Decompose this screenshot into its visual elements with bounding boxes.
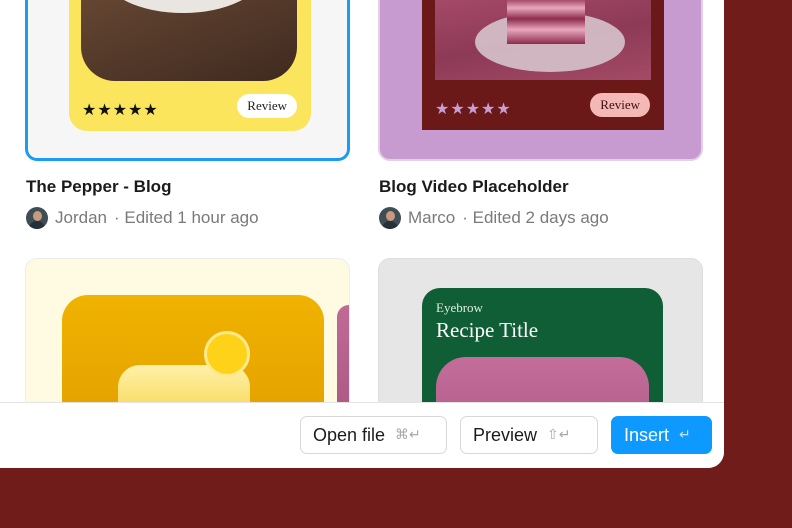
recipe-title: Recipe Title (436, 318, 539, 342)
button-label: Preview (473, 424, 538, 445)
template-picker-panel: ★★★★★ Review The Pepper - Blog Jordan · … (0, 0, 724, 468)
author-name: Marco (408, 208, 456, 227)
open-file-button[interactable]: Open file ⌘↵ (300, 416, 447, 454)
button-label: Open file (313, 424, 386, 445)
edited-time: · Edited 1 hour ago (113, 208, 259, 227)
insert-button[interactable]: Insert ↵ (611, 416, 712, 454)
avatar (26, 207, 48, 229)
template-card-blog-video[interactable]: ★★★★★ Review (378, 0, 703, 161)
rating-stars: ★★★★★ (435, 101, 512, 118)
button-label: Insert (624, 424, 670, 445)
template-card-pepper-blog[interactable]: ★★★★★ Review (25, 0, 350, 161)
rating-stars: ★★★★★ (82, 102, 159, 119)
preview-button[interactable]: Preview ⇧↵ (460, 416, 598, 454)
author-name: Jordan (55, 208, 107, 227)
cake-photo (81, 0, 297, 81)
cake-photo (435, 0, 651, 80)
card-title: Blog Video Placeholder (379, 177, 569, 196)
thumbnail-frame: ★★★★★ Review (69, 0, 311, 131)
card-title: The Pepper - Blog (26, 177, 172, 196)
action-footer: Open file ⌘↵ Preview ⇧↵ Insert ↵ (0, 402, 724, 468)
thumbnail-frame: ★★★★★ Review (422, 0, 664, 130)
eyebrow-text: Eyebrow (436, 300, 483, 315)
shortcut-hint: ⇧↵ (547, 427, 571, 443)
card-meta: Marco · Edited 2 days ago (379, 207, 609, 229)
shortcut-hint: ↵ (679, 427, 691, 443)
card-meta: Jordan · Edited 1 hour ago (26, 207, 259, 229)
shortcut-hint: ⌘↵ (395, 427, 421, 443)
edited-time: · Edited 2 days ago (462, 208, 609, 227)
review-badge: Review (237, 94, 297, 118)
review-badge: Review (590, 93, 650, 117)
avatar (379, 207, 401, 229)
